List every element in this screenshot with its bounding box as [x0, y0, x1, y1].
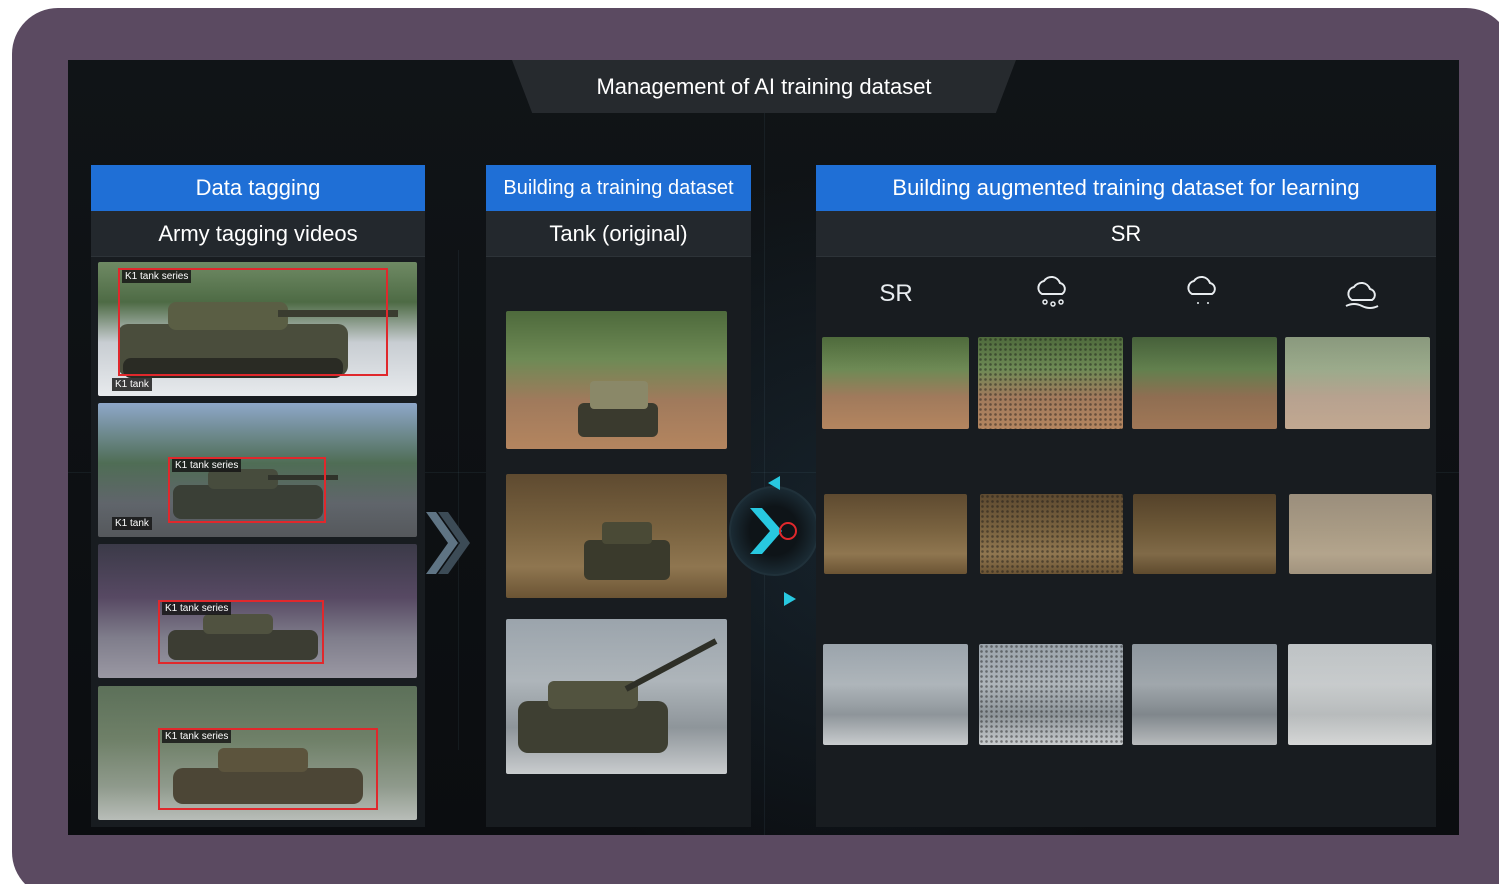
training-panel-header: Building a training dataset	[486, 165, 751, 211]
triangle-marker-icon	[784, 592, 796, 606]
augmented-image[interactable]	[822, 337, 969, 429]
augmented-image[interactable]	[979, 644, 1123, 745]
original-tank-image[interactable]	[506, 474, 727, 598]
tagged-video-thumbnail[interactable]: K1 tank series K1 tank	[98, 262, 417, 396]
cloud-hail-icon	[1037, 276, 1066, 307]
tag-label: K1 tank series	[172, 459, 242, 472]
augmented-image[interactable]	[1132, 337, 1277, 429]
augmented-image[interactable]	[1285, 337, 1430, 429]
tag-label: K1 tank series	[122, 270, 192, 283]
chevron-right-icon	[426, 512, 470, 574]
tag-label: K1 tank series	[162, 602, 232, 615]
augmented-image[interactable]	[824, 494, 967, 574]
augmented-image[interactable]	[823, 644, 968, 745]
augmented-image[interactable]	[1132, 644, 1277, 745]
tagged-video-thumbnail[interactable]: K1 tank series	[98, 686, 417, 820]
tag-label: K1 tank series	[162, 730, 232, 743]
sr-column-label: SR	[879, 280, 913, 307]
augmented-image[interactable]	[1288, 644, 1432, 745]
original-tank-image[interactable]	[506, 619, 727, 774]
triangle-marker-icon	[768, 476, 780, 490]
training-panel-subheader: Tank (original)	[486, 211, 751, 257]
tagged-video-thumbnail[interactable]: K1 tank series	[98, 544, 417, 678]
augmented-image[interactable]	[980, 494, 1123, 574]
tag-bounding-box	[118, 268, 388, 376]
cloud-fog-icon	[1345, 282, 1379, 309]
tagging-panel-subheader: Army tagging videos	[91, 211, 425, 257]
tag-secondary-label: K1 tank	[112, 517, 152, 530]
dashboard-screen: Management of AI training dataset Data t…	[68, 60, 1459, 835]
tag-secondary-label: K1 tank	[112, 378, 152, 391]
tagging-panel-header: Data tagging	[91, 165, 425, 211]
augmented-image[interactable]	[978, 337, 1123, 429]
tagged-video-thumbnail[interactable]: K1 tank series K1 tank	[98, 403, 417, 537]
page-title: Management of AI training dataset	[512, 60, 1016, 113]
original-tank-image[interactable]	[506, 311, 727, 449]
chevron-right-icon	[750, 508, 797, 554]
augmented-image[interactable]	[1133, 494, 1276, 574]
augmented-panel-subheader: SR	[816, 211, 1436, 257]
augmented-panel-header: Building augmented training dataset for …	[816, 165, 1436, 211]
augmented-image[interactable]	[1289, 494, 1432, 574]
cloud-drizzle-icon	[1187, 276, 1216, 304]
